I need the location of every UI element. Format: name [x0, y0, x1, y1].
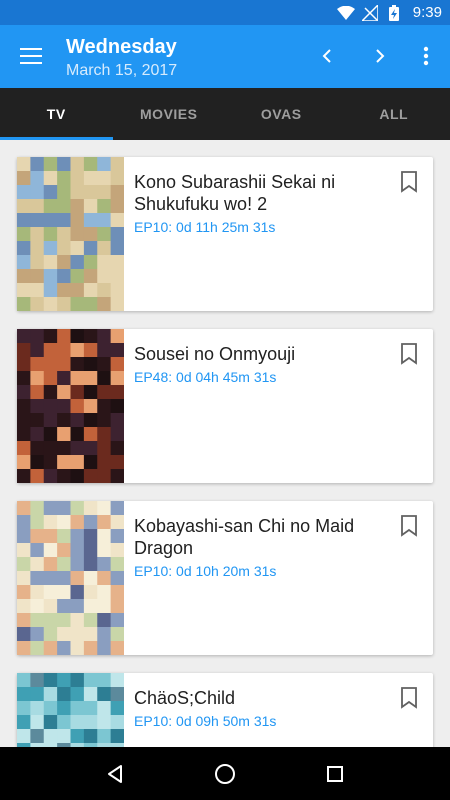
anime-title: Sousei no Onmyouji	[134, 344, 296, 364]
anime-title: ChäoS;Child	[134, 688, 236, 708]
list-item[interactable]: ChäoS;Child EP10: 0d 09h 50m 31s	[17, 673, 433, 747]
episode-countdown: EP48: 0d 04h 45m 31s	[134, 369, 277, 385]
anime-thumbnail	[17, 329, 125, 484]
back-triangle-icon	[108, 764, 122, 783]
home-button[interactable]	[205, 754, 245, 794]
bookmark-icon[interactable]	[400, 515, 418, 537]
previous-day-button[interactable]	[312, 41, 342, 71]
list-item[interactable]: Kono Subarashii Sekai ni Shukufuku wo! 2…	[17, 157, 433, 312]
anime-thumbnail	[17, 157, 125, 312]
episode-countdown: EP10: 0d 11h 25m 31s	[134, 219, 276, 235]
battery-charging-icon	[385, 4, 403, 21]
hamburger-icon	[20, 48, 42, 64]
category-tabs: TV MOVIES OVAS ALL	[0, 88, 450, 140]
anime-thumbnail	[17, 501, 125, 656]
list-item[interactable]: Kobayashi-san Chi no Maid Dragon EP10: 0…	[17, 501, 433, 656]
tab-tv[interactable]: TV	[0, 88, 113, 140]
chevron-left-icon	[322, 49, 331, 63]
app-bar: Wednesday March 15, 2017	[0, 25, 450, 88]
anime-thumbnail	[17, 673, 125, 747]
wifi-icon	[336, 5, 355, 21]
list-item[interactable]: Sousei no Onmyouji EP48: 0d 04h 45m 31s	[17, 329, 433, 484]
tab-ovas[interactable]: OVAS	[225, 88, 338, 140]
episode-countdown: EP10: 0d 10h 20m 31s	[134, 563, 277, 579]
menu-button[interactable]	[14, 41, 48, 71]
episode-countdown: EP10: 0d 09h 50m 31s	[134, 713, 277, 729]
system-navigation-bar	[0, 747, 450, 800]
more-vertical-icon	[423, 46, 429, 66]
bookmark-icon[interactable]	[400, 687, 418, 709]
bookmark-icon[interactable]	[400, 171, 418, 193]
back-button[interactable]	[95, 754, 135, 794]
page-title: Wednesday	[66, 36, 177, 58]
recents-square-icon	[327, 765, 343, 782]
recents-button[interactable]	[315, 754, 355, 794]
status-time: 9:39	[412, 4, 442, 21]
page-date: March 15, 2017	[66, 62, 178, 79]
next-day-button[interactable]	[365, 41, 395, 71]
no-signal-icon	[361, 4, 379, 21]
anime-list[interactable]: Kono Subarashii Sekai ni Shukufuku wo! 2…	[0, 140, 450, 747]
tab-movies[interactable]: MOVIES	[113, 88, 226, 140]
chevron-right-icon	[376, 49, 385, 63]
home-circle-icon	[215, 763, 235, 784]
bookmark-icon[interactable]	[400, 343, 418, 365]
anime-title: Kobayashi-san Chi no Maid Dragon	[134, 516, 355, 558]
tab-all[interactable]: ALL	[338, 88, 450, 140]
title-block: Wednesday March 15, 2017	[66, 35, 177, 81]
status-bar: 9:39	[0, 0, 450, 25]
anime-title: Kono Subarashii Sekai ni Shukufuku wo! 2	[134, 172, 336, 214]
overflow-menu-button[interactable]	[411, 41, 441, 71]
